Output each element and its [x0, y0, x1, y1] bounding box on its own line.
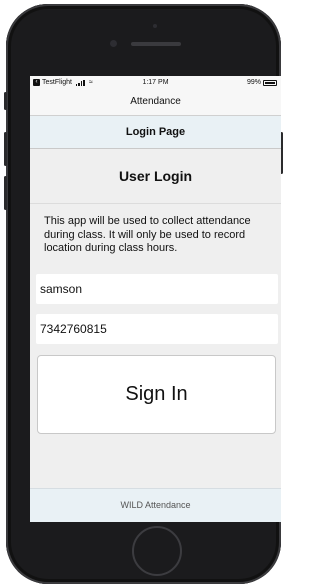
volume-down-button: [4, 176, 7, 210]
page-title: Login Page: [30, 116, 281, 149]
battery-percentage: 99%: [246, 79, 261, 86]
phone-frame: ‹ TestFlight ≈ 1:17 PM 99% Attendance Lo…: [4, 4, 283, 584]
footer: WILD Attendance: [30, 488, 281, 522]
phone-number-field[interactable]: 7342760815: [36, 314, 278, 344]
status-time: 1:17 PM: [142, 79, 169, 86]
proximity-sensor: [153, 24, 157, 28]
front-camera: [110, 40, 117, 47]
earpiece-speaker: [131, 42, 181, 46]
nav-bar-title: Attendance: [30, 90, 281, 116]
volume-up-button: [4, 132, 7, 166]
login-description: This app will be used to collect attenda…: [30, 204, 281, 271]
home-button[interactable]: [132, 526, 182, 576]
sign-in-button[interactable]: Sign In: [37, 355, 276, 434]
app-screen: ‹ TestFlight ≈ 1:17 PM 99% Attendance Lo…: [30, 76, 281, 522]
login-title: User Login: [30, 149, 281, 204]
battery-icon: [263, 79, 277, 86]
status-bar: ‹ TestFlight ≈ 1:17 PM 99%: [30, 76, 281, 90]
username-field[interactable]: samson: [36, 274, 278, 304]
mute-switch: [4, 92, 7, 110]
status-bar-right: 99%: [247, 79, 277, 86]
